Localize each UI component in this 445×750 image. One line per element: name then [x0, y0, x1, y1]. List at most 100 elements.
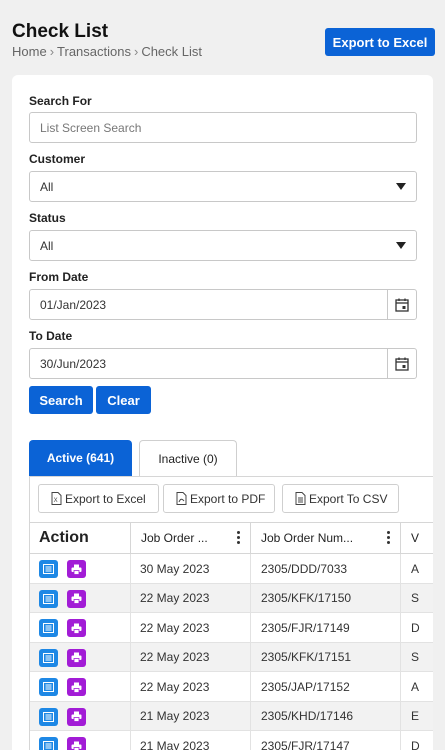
action-cell [30, 554, 131, 583]
print-icon[interactable] [67, 707, 86, 726]
table-body: 30 May 2023 2305/DDD/7033 A 22 May 2023 2305… [30, 554, 433, 750]
table-row[interactable]: 30 May 2023 2305/DDD/7033 A [30, 554, 433, 584]
v-cell: S [411, 650, 420, 664]
excel-file-icon: X [51, 492, 62, 505]
customer-value: All [40, 179, 54, 194]
job-order-number-cell: 2305/KFK/17150 [251, 583, 401, 613]
from-date-label: From Date [29, 270, 89, 284]
job-order-number-cell: 2305/DDD/7033 [251, 554, 401, 583]
print-icon[interactable] [67, 678, 86, 696]
view-icon[interactable] [39, 737, 58, 750]
breadcrumb-separator: › [49, 44, 55, 59]
breadcrumb: Home › Transactions › Check List [12, 44, 202, 59]
breadcrumb-home[interactable]: Home [12, 44, 47, 59]
calendar-icon[interactable] [387, 349, 416, 378]
export-pdf-label: Export to PDF [190, 491, 266, 506]
customer-select[interactable]: All [29, 171, 417, 202]
breadcrumb-separator: › [133, 44, 139, 59]
print-icon[interactable] [67, 589, 86, 608]
table-row[interactable]: 21 May 2023 2305/FJR/17147 D [30, 731, 433, 750]
to-date-value: 30/Jun/2023 [40, 356, 107, 371]
job-order-number-cell: 2305/FJR/17147 [251, 731, 401, 750]
breadcrumb-current: Check List [141, 44, 203, 59]
status-select[interactable]: All [29, 230, 417, 261]
table-row[interactable]: 22 May 2023 2305/JAP/17152 A [30, 672, 433, 702]
v-cell: A [411, 561, 420, 576]
job-order-number-cell: 2305/FJR/17149 [251, 613, 401, 642]
print-icon[interactable] [67, 737, 86, 750]
calendar-icon[interactable] [387, 290, 416, 319]
export-csv-button[interactable]: Export To CSV [282, 484, 399, 513]
export-excel-label: Export to Excel [65, 491, 146, 506]
job-order-date-cell: 30 May 2023 [131, 554, 251, 583]
kebab-menu-icon[interactable] [237, 531, 240, 544]
search-button[interactable]: Search [29, 386, 93, 414]
caret-down-icon [396, 242, 406, 249]
column-header-job-order-date[interactable]: Job Order ... [131, 523, 251, 553]
from-date-input[interactable]: 01/Jan/2023 [29, 289, 417, 320]
csv-file-icon [295, 492, 306, 505]
caret-down-icon [396, 183, 406, 190]
v-cell: D [411, 738, 420, 750]
data-table: X Export to Excel Export to PDF Export T… [29, 476, 433, 750]
view-icon[interactable] [39, 648, 58, 667]
view-icon[interactable] [39, 707, 58, 726]
column-header-label: Job Order Num... [261, 531, 354, 545]
status-value: All [40, 238, 54, 253]
view-icon[interactable] [39, 619, 58, 637]
table-row[interactable]: 22 May 2023 2305/KFK/17151 S [30, 642, 433, 672]
export-csv-label: Export To CSV [309, 491, 388, 506]
column-header-label: Job Order ... [141, 531, 208, 545]
filter-card: Search For List Screen Search Customer A… [12, 75, 433, 750]
export-excel-button[interactable]: Export to Excel [325, 28, 435, 56]
job-order-date-cell: 21 May 2023 [131, 701, 251, 731]
print-icon[interactable] [67, 619, 86, 637]
tab-inactive[interactable]: Inactive (0) [139, 440, 237, 476]
print-icon[interactable] [67, 648, 86, 667]
job-order-number-cell: 2305/KFK/17151 [251, 642, 401, 672]
tab-active[interactable]: Active (641) [29, 440, 132, 476]
action-cell [30, 701, 131, 731]
job-order-date-cell: 22 May 2023 [131, 642, 251, 672]
pdf-file-icon [176, 492, 187, 505]
svg-text:X: X [54, 498, 58, 504]
export-pdf-button[interactable]: Export to PDF [163, 484, 275, 513]
v-cell: A [411, 679, 420, 694]
view-icon[interactable] [39, 678, 58, 696]
column-header-action: Action [30, 523, 131, 553]
column-header-job-order-number[interactable]: Job Order Num... [251, 523, 401, 553]
action-cell [30, 642, 131, 672]
view-icon[interactable] [39, 589, 58, 608]
export-excel-table-button[interactable]: X Export to Excel [38, 484, 159, 513]
job-order-date-cell: 22 May 2023 [131, 613, 251, 642]
table-row[interactable]: 22 May 2023 2305/KFK/17150 S [30, 583, 433, 613]
to-date-input[interactable]: 30/Jun/2023 [29, 348, 417, 379]
from-date-value: 01/Jan/2023 [40, 297, 107, 312]
table-header: Action Job Order ... Job Order Num... V [30, 522, 433, 554]
view-icon[interactable] [39, 560, 58, 578]
v-cell: S [411, 591, 420, 605]
column-header-v[interactable]: V [401, 523, 433, 553]
table-toolbar: X Export to Excel Export to PDF Export T… [30, 477, 433, 521]
action-cell [30, 672, 131, 701]
job-order-number-cell: 2305/KHD/17146 [251, 701, 401, 731]
table-row[interactable]: 21 May 2023 2305/KHD/17146 E [30, 701, 433, 731]
status-label: Status [29, 211, 66, 225]
job-order-number-cell: 2305/JAP/17152 [251, 672, 401, 701]
v-cell: D [411, 620, 420, 635]
search-label: Search For [29, 94, 92, 108]
v-cell: E [411, 709, 420, 723]
job-order-date-cell: 21 May 2023 [131, 731, 251, 750]
to-date-label: To Date [29, 329, 73, 343]
customer-label: Customer [29, 152, 86, 166]
print-icon[interactable] [67, 560, 86, 578]
kebab-menu-icon[interactable] [387, 531, 390, 544]
job-order-date-cell: 22 May 2023 [131, 672, 251, 701]
page-title: Check List [12, 21, 109, 42]
table-row[interactable]: 22 May 2023 2305/FJR/17149 D [30, 613, 433, 643]
search-input[interactable]: List Screen Search [29, 112, 417, 143]
clear-button[interactable]: Clear [96, 386, 151, 414]
action-cell [30, 613, 131, 642]
breadcrumb-transactions[interactable]: Transactions [57, 44, 131, 59]
action-cell [30, 731, 131, 750]
